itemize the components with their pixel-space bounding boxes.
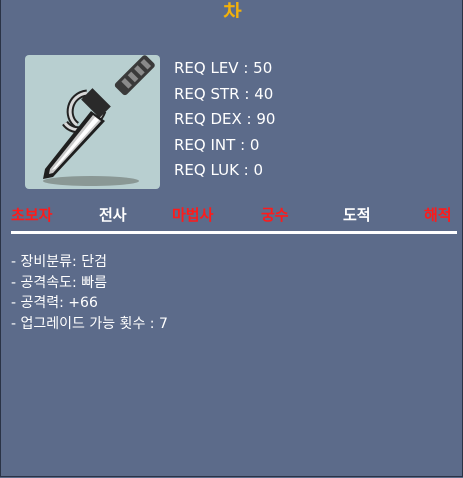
job-pirate: 해적 xyxy=(424,206,452,224)
equip-category: - 장비분류: 단검 xyxy=(11,254,107,270)
divider xyxy=(11,231,457,234)
req-str: REQ STR : 40 xyxy=(174,84,274,103)
req-level: REQ LEV : 50 xyxy=(174,59,273,77)
attack-speed: - 공격속도: 빠름 xyxy=(11,274,107,291)
upgrade-slots: - 업그레이드 가능 횟수 : 7 xyxy=(11,315,168,332)
req-luk: REQ LUK : 0 xyxy=(174,161,264,179)
item-icon-frame xyxy=(25,55,160,189)
job-thief: 도적 xyxy=(343,206,371,224)
attack-power: - 공격력: +66 xyxy=(11,295,98,311)
requirements-list: REQ LEV : 50 REQ STR : 40 REQ DEX : 90 R… xyxy=(174,57,275,185)
job-list: 초보자 전사 마법사 궁수 도적 해적 xyxy=(1,201,463,227)
job-magician: 마법사 xyxy=(172,206,214,224)
job-beginner: 초보자 xyxy=(11,206,53,224)
job-bowman: 궁수 xyxy=(261,206,289,224)
item-description: - 장비분류: 단검 - 공격속도: 빠름 - 공격력: +66 - 업그레이드… xyxy=(11,252,168,334)
item-tooltip: 차 REQ LEV : 50 REQ STR: 40 REQ DEX: 90… xyxy=(0,0,463,477)
item-name: 차 xyxy=(223,0,242,18)
dagger-icon xyxy=(43,55,155,186)
req-int: REQ INT : 0 xyxy=(174,135,260,154)
job-warrior: 전사 xyxy=(99,206,127,224)
req-dex: REQ DEX : 90 xyxy=(174,110,276,128)
